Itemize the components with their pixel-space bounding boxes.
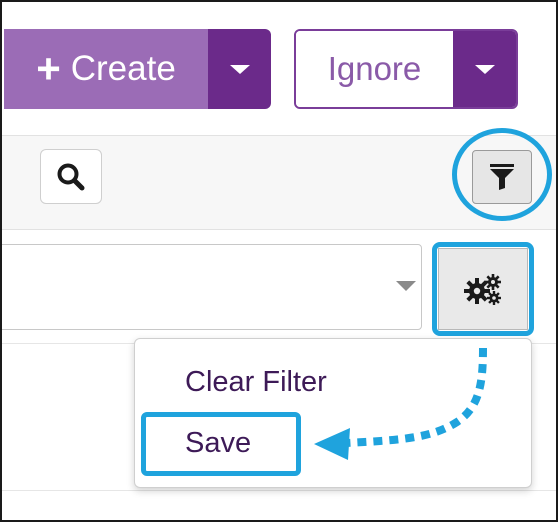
search-button[interactable]	[40, 149, 102, 204]
ignore-dropdown-toggle[interactable]	[453, 31, 516, 107]
create-button[interactable]: + Create	[4, 29, 208, 109]
chevron-down-icon	[229, 64, 250, 74]
search-icon	[57, 163, 85, 190]
create-dropdown-toggle[interactable]	[208, 29, 271, 109]
select-chevron-down-icon	[396, 281, 416, 291]
create-split-button: + Create	[4, 29, 271, 109]
create-button-label: Create	[70, 49, 176, 88]
settings-button-highlight	[432, 242, 534, 336]
save-item-highlight	[141, 412, 301, 476]
filter-select[interactable]	[2, 244, 422, 330]
screenshot-frame: + Create Ignore Clear Filter Save	[0, 0, 558, 522]
plus-icon: +	[36, 45, 61, 92]
divider	[2, 490, 556, 491]
ignore-split-button: Ignore	[294, 29, 518, 109]
ignore-button[interactable]: Ignore	[296, 31, 453, 107]
chevron-down-icon	[474, 64, 495, 74]
ignore-button-label: Ignore	[327, 50, 422, 87]
filter-button-highlight	[452, 128, 552, 221]
menu-item-clear-filter[interactable]: Clear Filter	[185, 366, 327, 399]
